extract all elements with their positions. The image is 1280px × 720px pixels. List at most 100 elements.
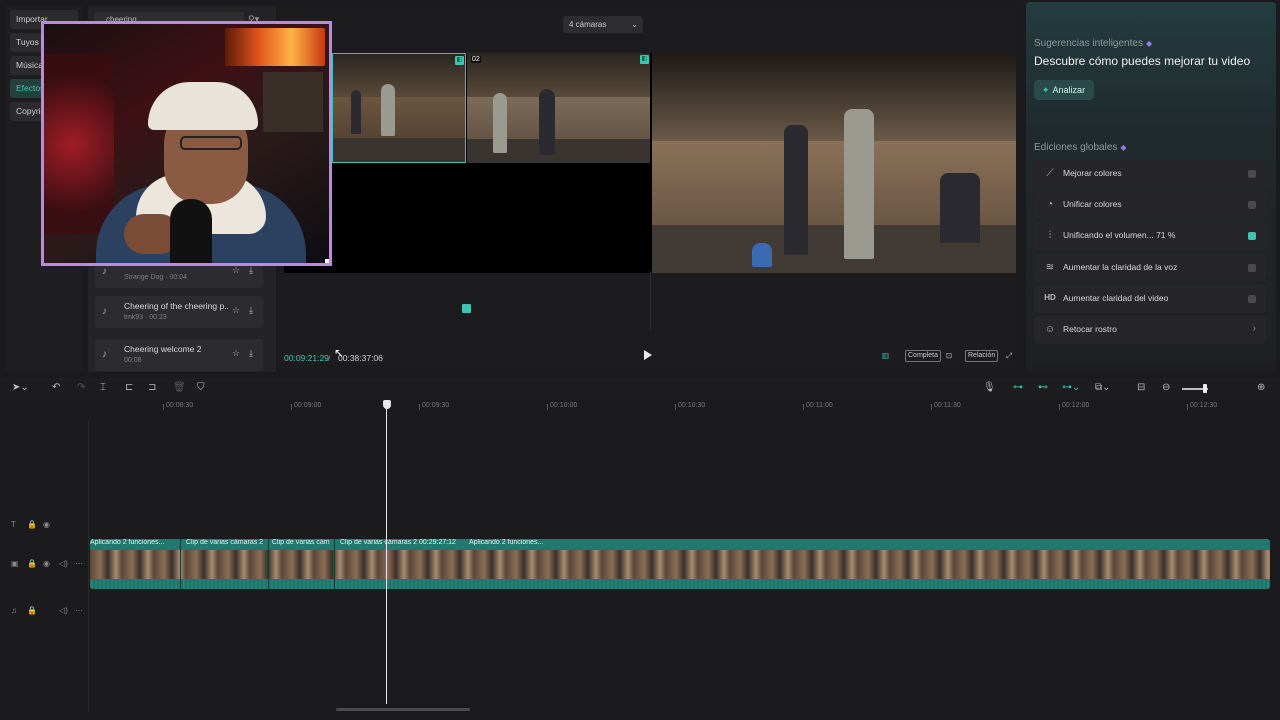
- edit-unify-volume[interactable]: ⫶ Unificando el volumen... 71 %: [1034, 222, 1266, 250]
- camera-active-icon: ◧: [455, 56, 464, 65]
- camera-1-view[interactable]: ◧: [332, 53, 466, 163]
- screenshot-icon[interactable]: ⊡: [946, 351, 952, 360]
- more-icon[interactable]: ⋯: [75, 606, 83, 615]
- camera-count-select[interactable]: 4 cámaras ⌄: [563, 16, 643, 33]
- sliders-icon: ⫶: [1048, 230, 1052, 241]
- edit-unify-colors[interactable]: ◔ Unificar colores: [1034, 191, 1266, 219]
- clip-boundary[interactable]: [268, 539, 269, 589]
- play-icon[interactable]: [644, 350, 652, 360]
- captions-icon[interactable]: ⊟: [1137, 382, 1145, 393]
- lock-icon[interactable]: 🔒: [27, 606, 37, 615]
- edit-label: Aumentar claridad del video: [1063, 293, 1169, 303]
- aspect-ratio-button[interactable]: Relación: [965, 350, 999, 362]
- timeline-ruler[interactable]: 00:08:30 00:09:00 00:09:30 00:10:00 00:1…: [90, 400, 1280, 414]
- redo-icon[interactable]: ↷: [77, 382, 85, 393]
- sound-title: Cheering welcome 2: [124, 344, 202, 354]
- chevron-right-icon: ›: [1252, 323, 1256, 334]
- sound-item[interactable]: ♪ Cheering welcome 2 00:08 ☆ ⤓: [95, 339, 263, 371]
- audio-waveform: [90, 580, 1270, 589]
- clip-label: Aplicando 2 funciones...: [90, 539, 165, 546]
- safe-zone-icon[interactable]: ▥: [882, 351, 889, 360]
- edit-face-retouch[interactable]: ☺ Retocar rostro ›: [1034, 316, 1266, 344]
- video-clip-strip[interactable]: Aplicando 2 funciones... Clip de varias …: [90, 539, 1270, 589]
- analyze-label: Analizar: [1052, 85, 1086, 95]
- download-icon[interactable]: ⤓: [249, 305, 253, 316]
- eye-icon[interactable]: ◉: [43, 520, 50, 529]
- sparkle-icon: ✦: [1042, 85, 1050, 95]
- toggle-switch[interactable]: [1248, 170, 1256, 178]
- edit-enhance-colors[interactable]: ⟋ Mejorar colores: [1034, 160, 1266, 188]
- zoom-out-icon[interactable]: ⊖: [1162, 382, 1170, 393]
- toggle-switch[interactable]: [1248, 264, 1256, 272]
- wand-icon: ⟋: [1046, 168, 1054, 179]
- text-track-header: T 🔒 ◉: [0, 518, 88, 534]
- trim-right-icon[interactable]: ⊐: [148, 382, 156, 393]
- speaker-icon[interactable]: ◁): [59, 606, 68, 615]
- ruler-tick: 00:09:30: [418, 402, 450, 410]
- suggestions-heading: Sugerencias inteligentes ◆: [1034, 38, 1152, 49]
- toggle-switch[interactable]: [1248, 201, 1256, 209]
- current-timecode: 00:09:21:29: [284, 353, 329, 363]
- ruler-tick: 00:10:00: [546, 402, 578, 410]
- split-icon[interactable]: ⌶: [100, 382, 106, 393]
- track-settings-icon[interactable]: ⧉⌄: [1095, 382, 1111, 393]
- timecode-separator: /: [328, 353, 331, 363]
- clip-boundary[interactable]: [180, 539, 181, 589]
- download-icon[interactable]: ⤓: [249, 348, 253, 359]
- sound-meta: tmk93 · 00:23: [124, 314, 167, 321]
- full-quality-button[interactable]: Completa: [905, 350, 941, 362]
- ruler-tick: 00:11:30: [931, 402, 961, 410]
- clip-boundary[interactable]: [334, 539, 335, 589]
- microphone-icon[interactable]: 🎙: [983, 382, 996, 393]
- camera-2-view[interactable]: ◧: [467, 53, 650, 163]
- star-icon[interactable]: ☆: [232, 265, 240, 276]
- select-tool-icon[interactable]: ➤⌄: [12, 382, 29, 393]
- lock-icon[interactable]: 🔒: [27, 559, 37, 568]
- edit-label: Mejorar colores: [1063, 168, 1122, 178]
- clip-label: Aplicando 2 funciones...: [469, 539, 544, 546]
- shield-icon[interactable]: ⛉: [197, 382, 205, 393]
- ruler-tick: 00:09:00: [290, 402, 322, 410]
- playhead-handle[interactable]: [383, 400, 391, 409]
- webcam-overlay: [41, 21, 332, 266]
- undo-icon[interactable]: ↶: [52, 382, 60, 393]
- zoom-in-icon[interactable]: ⊕: [1257, 382, 1265, 393]
- magnet-icon[interactable]: ⊶: [1013, 382, 1023, 393]
- trim-left-icon[interactable]: ⊏: [125, 382, 133, 393]
- timeline-scrollbar[interactable]: [336, 708, 470, 711]
- edit-video-clarity[interactable]: HD Aumentar claridad del video: [1034, 285, 1266, 313]
- speaker-icon[interactable]: ◁): [59, 559, 68, 568]
- analyze-button[interactable]: ✦ Analizar: [1034, 80, 1094, 100]
- edit-label: Unificando el volumen... 71 %: [1063, 230, 1176, 240]
- zoom-slider-handle[interactable]: [1203, 384, 1207, 393]
- download-icon[interactable]: ⤓: [249, 265, 253, 276]
- more-icon[interactable]: ⋯: [75, 559, 83, 568]
- multicam-preview[interactable]: ◧ ◧ 02: [284, 53, 1016, 273]
- main-camera-view[interactable]: [652, 53, 1016, 273]
- sound-item[interactable]: ♪ Cheering of the cheering p... tmk93 · …: [95, 296, 263, 328]
- edit-voice-clarity[interactable]: ≋ Aumentar la claridad de la voz: [1034, 254, 1266, 282]
- music-note-icon: ♪: [102, 306, 107, 317]
- fullscreen-icon[interactable]: ⤢: [1006, 351, 1012, 361]
- ruler-tick: 00:10:30: [674, 402, 706, 410]
- music-note-icon: ♪: [102, 349, 107, 360]
- delete-icon[interactable]: 🗑: [173, 382, 186, 393]
- premium-gem-icon: ◆: [1145, 39, 1153, 48]
- clip-label: Clip de varias cám: [272, 539, 330, 546]
- toggle-switch[interactable]: [1248, 295, 1256, 303]
- ruler-tick: 00:12:30: [1186, 402, 1218, 410]
- star-icon[interactable]: ☆: [232, 348, 240, 359]
- suggestions-title: Descubre cómo puedes mejorar tu video: [1034, 54, 1251, 68]
- playhead-line[interactable]: [386, 402, 387, 704]
- star-icon[interactable]: ☆: [232, 305, 240, 316]
- multicam-grid-icon[interactable]: [462, 304, 471, 313]
- lock-icon[interactable]: 🔒: [27, 520, 37, 529]
- eye-icon[interactable]: ◉: [43, 559, 50, 568]
- link-icon[interactable]: ⊷: [1038, 382, 1048, 393]
- music-note-icon: ♪: [102, 266, 107, 277]
- sound-meta: Strange Dog · 00:04: [124, 274, 188, 281]
- toggle-switch[interactable]: [1248, 232, 1256, 240]
- track-header-divider: [88, 420, 89, 712]
- preview-axis-icon[interactable]: ⊶⌄: [1062, 382, 1080, 393]
- global-edits-heading: Ediciones globales ◆: [1034, 142, 1127, 153]
